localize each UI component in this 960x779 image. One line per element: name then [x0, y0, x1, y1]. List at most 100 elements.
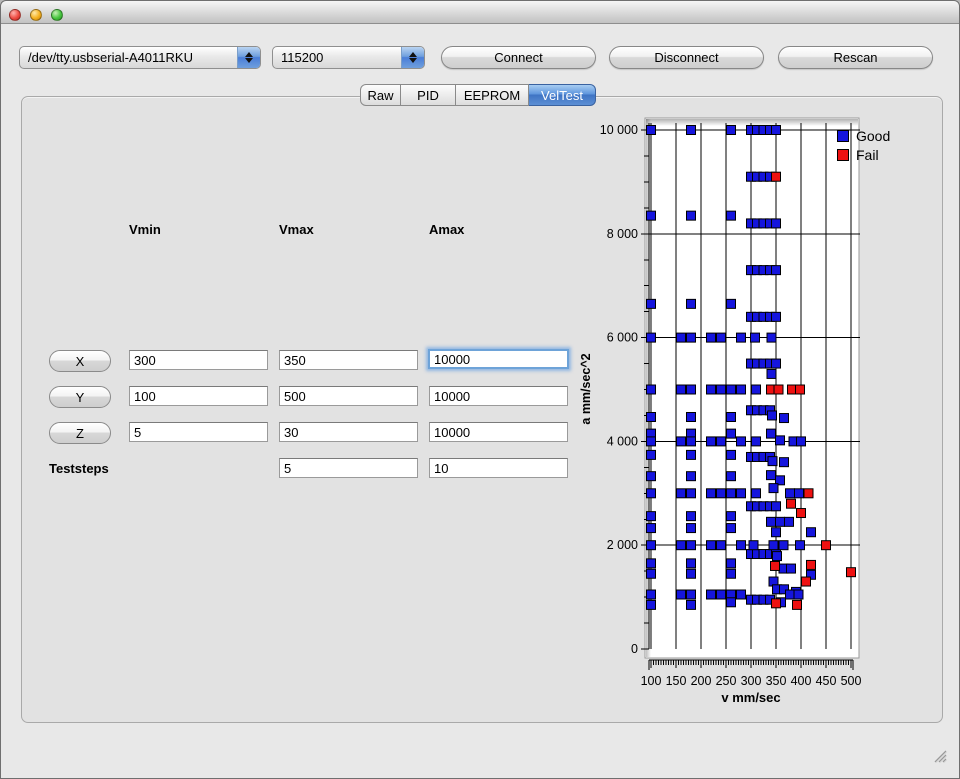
tab-raw[interactable]: Raw: [360, 84, 401, 106]
point-good: [772, 528, 781, 537]
point-good: [707, 590, 716, 599]
point-good: [772, 219, 781, 228]
point-good: [727, 559, 736, 568]
point-good: [717, 333, 726, 342]
point-good: [647, 600, 656, 609]
point-good: [727, 126, 736, 135]
tab-pid[interactable]: PID: [401, 84, 456, 106]
legend-fail-label: Fail: [856, 147, 879, 163]
point-good: [767, 471, 776, 480]
point-good: [767, 517, 776, 526]
x-tick-label: 300: [741, 674, 762, 688]
vmin-column-header: Vmin: [129, 222, 161, 237]
point-good: [647, 437, 656, 446]
point-good: [647, 559, 656, 568]
z-vmax-field[interactable]: [279, 422, 418, 442]
y-tick-label: 8 000: [607, 227, 638, 241]
point-good: [647, 569, 656, 578]
serial-port-select[interactable]: /dev/tty.usbserial-A4011RKU: [19, 46, 261, 69]
point-good: [707, 437, 716, 446]
baud-rate-value: 115200: [273, 50, 401, 65]
point-fail: [822, 541, 831, 550]
point-good: [769, 541, 778, 550]
resize-grip[interactable]: [931, 747, 947, 763]
point-good: [737, 590, 746, 599]
x-vmax-field[interactable]: [279, 350, 418, 370]
point-good: [776, 436, 785, 445]
x-tick-label: 100: [641, 674, 662, 688]
point-fail: [797, 509, 806, 518]
point-good: [767, 369, 776, 378]
point-good: [767, 429, 776, 438]
window-titlebar[interactable]: [1, 1, 959, 24]
point-fail: [796, 385, 805, 394]
point-good: [647, 413, 656, 422]
teststeps-a-field[interactable]: [429, 458, 568, 478]
point-good: [772, 502, 781, 511]
point-good: [647, 450, 656, 459]
connect-button[interactable]: Connect: [441, 46, 596, 69]
y-amax-field[interactable]: [429, 386, 568, 406]
point-good: [647, 126, 656, 135]
point-good: [647, 333, 656, 342]
point-good: [687, 489, 696, 498]
baud-rate-select[interactable]: 115200: [272, 46, 425, 69]
point-good: [647, 541, 656, 550]
point-fail: [774, 385, 783, 394]
point-good: [677, 333, 686, 342]
z-amax-field[interactable]: [429, 422, 568, 442]
point-good: [727, 413, 736, 422]
point-good: [687, 413, 696, 422]
rescan-button[interactable]: Rescan: [778, 46, 933, 69]
point-good: [780, 458, 789, 467]
x-amax-field[interactable]: [428, 349, 569, 369]
tab-eeprom[interactable]: EEPROM: [456, 84, 529, 106]
y-tick-label: 0: [631, 642, 638, 656]
point-good: [773, 552, 782, 561]
point-good: [772, 312, 781, 321]
y-vmax-field[interactable]: [279, 386, 418, 406]
point-good: [779, 541, 788, 550]
point-good: [752, 385, 761, 394]
teststeps-v-field[interactable]: [279, 458, 418, 478]
z-vmin-field[interactable]: [129, 422, 268, 442]
point-good: [776, 517, 785, 526]
point-good: [786, 590, 795, 599]
point-good: [727, 569, 736, 578]
point-good: [785, 517, 794, 526]
point-good: [727, 489, 736, 498]
point-good: [707, 333, 716, 342]
point-good: [687, 472, 696, 481]
point-good: [807, 528, 816, 537]
point-good: [786, 489, 795, 498]
point-good: [767, 333, 776, 342]
point-good: [768, 457, 777, 466]
y-vmin-field[interactable]: [129, 386, 268, 406]
point-good: [794, 590, 803, 599]
close-window-button[interactable]: [9, 9, 21, 21]
y-axis-button[interactable]: Y: [49, 386, 111, 408]
point-good: [727, 524, 736, 533]
point-good: [787, 564, 796, 573]
z-axis-button[interactable]: Z: [49, 422, 111, 444]
point-good: [687, 541, 696, 550]
minimize-window-button[interactable]: [30, 9, 42, 21]
veltest-chart: 02 0004 0006 0008 00010 000a mm/sec^2100…: [576, 106, 906, 706]
point-good: [687, 559, 696, 568]
x-tick-label: 200: [691, 674, 712, 688]
point-good: [780, 414, 789, 423]
point-good: [687, 512, 696, 521]
x-axis-button[interactable]: X: [49, 350, 111, 372]
point-good: [737, 489, 746, 498]
x-vmin-field[interactable]: [129, 350, 268, 370]
point-good: [717, 385, 726, 394]
serial-port-value: /dev/tty.usbserial-A4011RKU: [20, 50, 237, 65]
disconnect-button[interactable]: Disconnect: [609, 46, 764, 69]
point-good: [737, 541, 746, 550]
tab-veltest[interactable]: VelTest: [529, 84, 596, 106]
good-swatch-icon: [837, 130, 849, 142]
legend-good-label: Good: [856, 128, 890, 144]
zoom-window-button[interactable]: [51, 9, 63, 21]
point-good: [797, 437, 806, 446]
teststeps-label: Teststeps: [49, 461, 109, 476]
